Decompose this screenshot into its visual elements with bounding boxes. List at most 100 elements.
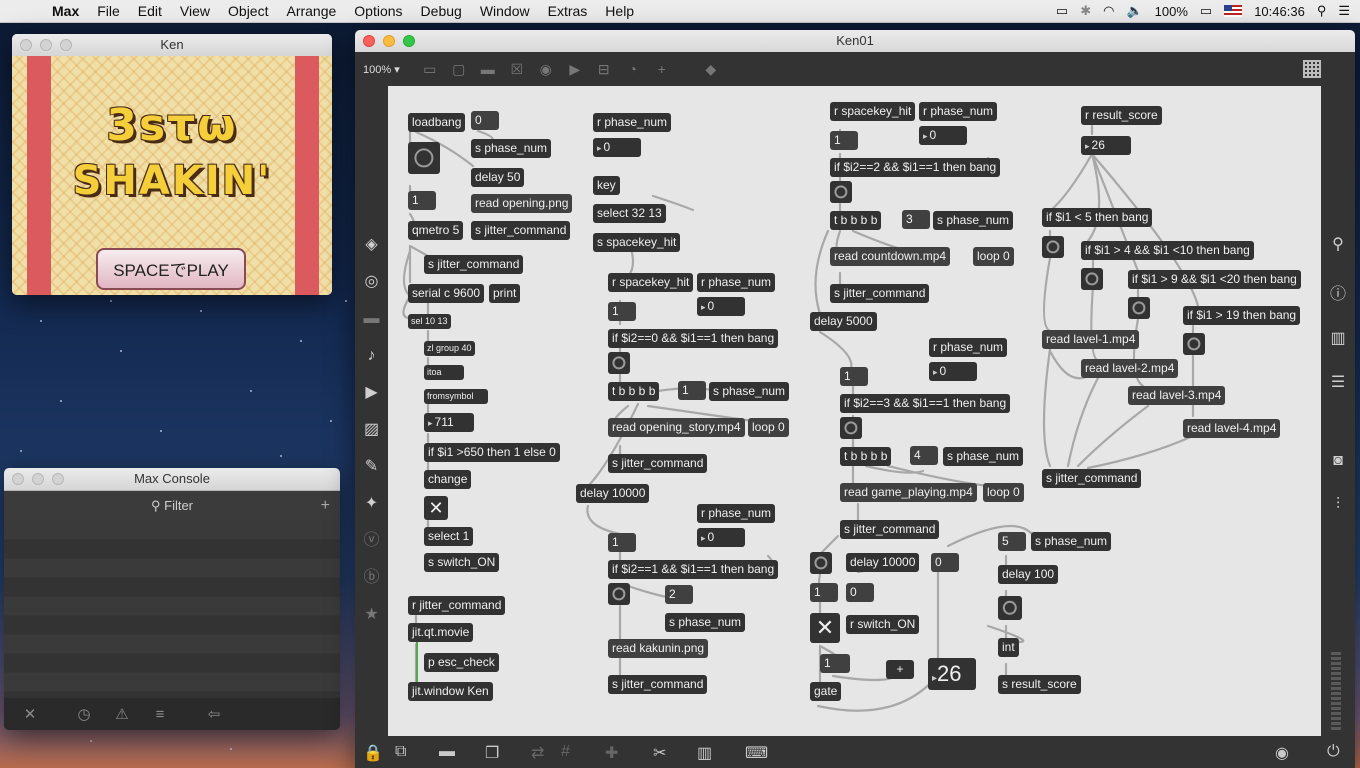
grid-snap-icon[interactable]: # [561,743,570,761]
message-read-lavel-1[interactable]: read lavel-1.mp4 [1042,330,1140,349]
number-phase[interactable]: 0 [919,126,967,145]
number-phase[interactable]: 0 [697,297,745,316]
airplay-icon[interactable]: ▭ [1056,3,1068,19]
delay-10000[interactable]: delay 10000 [576,484,650,503]
wrench-icon[interactable]: ✂ [653,743,666,763]
clock[interactable]: 10:46:36 [1254,4,1305,19]
music-note-icon[interactable]: ♪ [355,337,388,374]
bang-button[interactable] [608,583,630,605]
windows-icon[interactable]: ❐ [485,743,499,763]
bang-button[interactable] [1183,333,1205,355]
delay-10000[interactable]: delay 10000 [846,553,920,572]
bang-button[interactable] [1042,236,1064,258]
loadbang-object[interactable]: loadbang [408,113,466,132]
message-four[interactable]: 4 [910,446,938,465]
send-phase-num[interactable]: s phase_num [709,382,790,401]
if-phase-0[interactable]: if $i2==0 && $i1==1 then bang [608,329,779,348]
message-loop-0[interactable]: loop 0 [748,418,789,437]
select-32-13[interactable]: select 32 13 [593,204,666,223]
lock-icon[interactable]: 🔒 [363,743,383,763]
send-result-score[interactable]: s result_score [998,675,1081,694]
send-phase-num[interactable]: s phase_num [1031,532,1112,551]
dial-icon[interactable]: ◔ [621,61,645,77]
fromsymbol-object[interactable]: fromsymbol [424,389,488,404]
message-one[interactable]: 1 [820,654,850,673]
zoom-select[interactable]: 100% ▾ [363,63,400,76]
menu-file[interactable]: File [97,3,120,19]
number-phase[interactable]: 0 [593,138,641,157]
menu-edit[interactable]: Edit [138,3,162,19]
message-one[interactable]: 1 [840,367,868,386]
receive-phase-num[interactable]: r phase_num [697,504,776,523]
if-phase-1[interactable]: if $i2==1 && $i1==1 then bang [608,560,779,579]
if-threshold-650[interactable]: if $i1 >650 then 1 else 0 [424,443,560,462]
number-phase[interactable]: 0 [929,362,977,381]
itoa-object[interactable]: itoa [424,365,464,380]
vimeo-icon[interactable]: ⓥ [355,522,388,559]
message-one[interactable]: 1 [608,533,636,552]
notification-center-icon[interactable]: ☰ [1338,3,1350,19]
spotlight-search-icon[interactable]: ⚲ [1317,3,1327,19]
bus-icon[interactable]: ▬ [355,300,388,337]
plug-icon[interactable]: ✦ [355,485,388,522]
target-icon[interactable]: ◎ [355,263,388,300]
key-object[interactable]: key [593,176,620,195]
bang-button[interactable] [1081,268,1103,290]
power-icon[interactable]: ⏻ [1327,743,1340,761]
message-three[interactable]: 3 [902,210,930,229]
patch-canvas[interactable]: loadbang 0 s phase_num delay 50 read ope… [388,86,1321,736]
if-phase-3[interactable]: if $i2==3 && $i1==1 then bang [840,394,1011,413]
close-button[interactable] [12,473,24,485]
warning-icon[interactable]: ⚠ [110,705,134,723]
score-number-box[interactable]: ▸26 [928,658,976,690]
delay-100[interactable]: delay 100 [998,565,1059,584]
presentation-icon[interactable]: ▭ [418,61,442,78]
button-object-icon[interactable]: ◉ [534,61,558,78]
qmetro-5[interactable]: qmetro 5 [408,221,464,240]
media-play-icon[interactable]: ▶ [355,374,388,411]
toggle-x[interactable]: ✕ [810,613,840,643]
message-loop-0[interactable]: loop 0 [973,247,1014,266]
message-read-opening[interactable]: read opening.png [471,194,573,213]
message-zero[interactable]: 0 [471,111,499,130]
ken-titlebar[interactable]: Ken [12,34,332,57]
connect-icon[interactable]: ⇄ [531,743,544,763]
keyboard-icon[interactable]: ⌨ [745,743,768,763]
patcher-titlebar[interactable]: Ken01 [355,30,1355,53]
package-icon[interactable]: ◈ [355,226,388,263]
sliders-icon[interactable]: ⫶ [1321,496,1355,514]
if-greater-than-19[interactable]: if $i1 > 19 then bang [1183,306,1301,325]
message-read-kakunin[interactable]: read kakunin.png [608,639,709,658]
toggle-object-icon[interactable]: ☒ [505,61,529,78]
bang-button[interactable] [408,142,440,174]
zoom-button[interactable] [403,35,415,47]
if-between-4-10[interactable]: if $i1 > 4 && $i1 <10 then bang [1081,241,1254,260]
menu-arrange[interactable]: Arrange [286,3,336,19]
add-object-icon[interactable]: + [650,61,674,77]
if-between-9-20[interactable]: if $i1 > 9 && $i1 <20 then bang [1128,270,1301,289]
info-icon[interactable]: ⓘ [1321,280,1355,304]
collapse-icon[interactable]: ≡ [148,706,172,723]
filter-input[interactable]: Filter [164,498,193,513]
receive-phase-num[interactable]: r phase_num [593,113,672,132]
menu-app[interactable]: Max [52,3,79,19]
trigger-bbbb[interactable]: t b b b b [830,211,882,230]
sel-10-13[interactable]: sel 10 13 [408,314,451,329]
audio-on-icon[interactable]: ◉ [1275,743,1289,763]
close-button[interactable] [20,39,32,51]
change-object[interactable]: change [424,470,472,489]
send-jitter-command[interactable]: s jitter_command [840,520,940,539]
menu-options[interactable]: Options [354,3,402,19]
message-one[interactable]: 1 [608,302,636,321]
trigger-bbbb[interactable]: t b b b b [608,382,660,401]
zl-group-40[interactable]: zl group 40 [424,341,475,356]
battery-percent[interactable]: 100% [1155,4,1188,19]
battery-icon[interactable]: ▭ [1200,3,1212,19]
zoom-button[interactable] [52,473,64,485]
delay-5000[interactable]: delay 5000 [810,312,877,331]
receive-phase-num[interactable]: r phase_num [929,338,1008,357]
send-phase-num[interactable]: s phase_num [943,447,1024,466]
number-phase[interactable]: 0 [697,528,745,547]
space-to-play-button[interactable]: SPACEでPLAY [96,248,246,290]
send-jitter-command[interactable]: s jitter_command [608,675,708,694]
